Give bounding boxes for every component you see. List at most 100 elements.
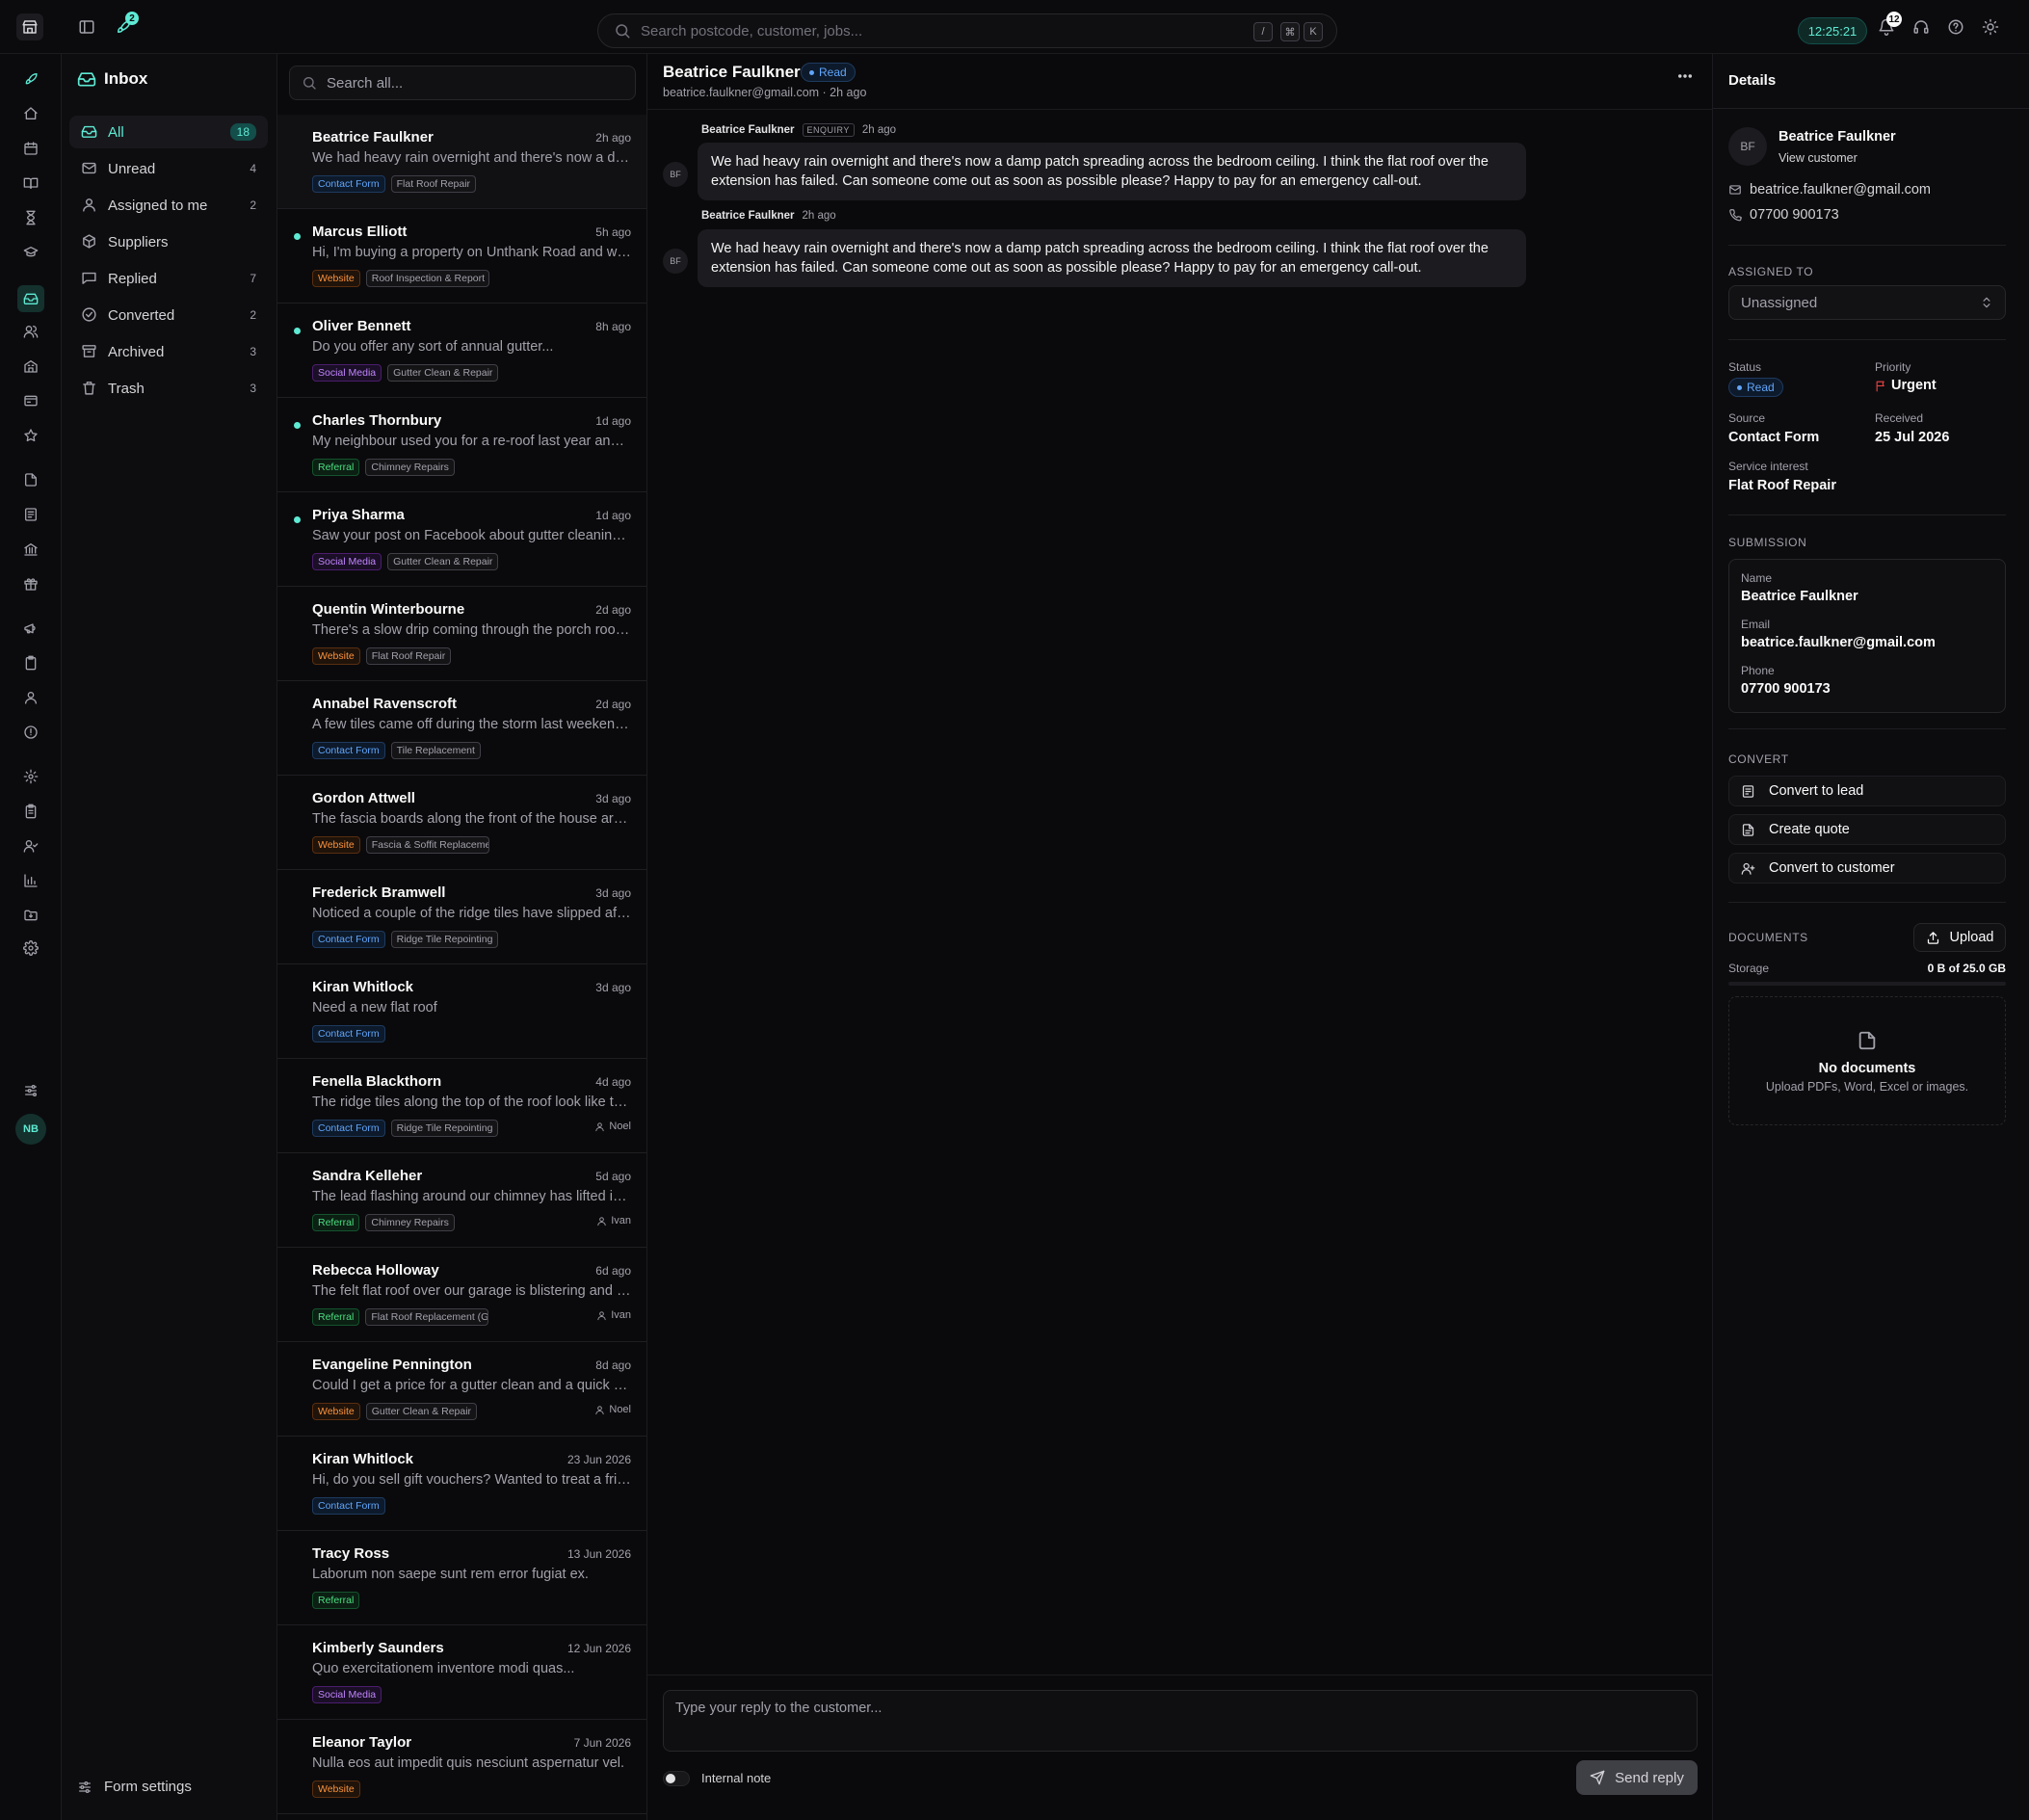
customer-email-row[interactable]: beatrice.faulkner@gmail.com (1728, 182, 1931, 198)
list-search-input[interactable] (327, 74, 616, 92)
folder-trash[interactable]: Trash 3 (69, 372, 268, 405)
no-documents-placeholder[interactable]: No documents Upload PDFs, Word, Excel or… (1728, 996, 2006, 1125)
message-list-item[interactable]: Fenella Blackthorn 4d ago The ridge tile… (277, 1059, 646, 1153)
more-options-icon[interactable] (1676, 67, 1694, 85)
folder-converted[interactable]: Converted 2 (69, 299, 268, 331)
status-badge: Read (801, 63, 856, 82)
rail-clipboard-list-icon[interactable] (19, 800, 42, 823)
convert-to-customer-button[interactable]: Convert to customer (1728, 853, 2006, 884)
settings-icon (23, 940, 39, 956)
message-sender: Beatrice Faulkner (312, 129, 434, 145)
sidebar-toggle-icon[interactable] (73, 13, 100, 40)
global-search-input[interactable] (641, 22, 1219, 40)
help-icon[interactable] (1942, 13, 1969, 40)
rail-bank-icon[interactable] (19, 538, 42, 561)
folder-archived[interactable]: Archived 3 (69, 335, 268, 368)
message-list-item[interactable]: Tracy Ross 13 Jun 2026 Laborum non saepe… (277, 1531, 646, 1625)
headset-icon[interactable] (1908, 13, 1935, 40)
rail-cog-sparkle-icon[interactable] (19, 765, 42, 788)
rail-graduation-cap-icon[interactable] (19, 241, 42, 264)
message-list-item[interactable]: Charles Thornbury 1d ago My neighbour us… (277, 398, 646, 492)
bell-icon[interactable]: 12 (1873, 12, 1902, 40)
folder-unread[interactable]: Unread 4 (69, 152, 268, 185)
user-check-icon (23, 840, 39, 853)
message-list-item[interactable]: Kiran Whitlock 3d ago Need a new flat ro… (277, 964, 646, 1059)
message-list-item[interactable]: Kiran Whitlock 23 Jun 2026 Hi, do you se… (277, 1437, 646, 1531)
rail-users-icon[interactable] (19, 320, 42, 343)
rail-book-icon[interactable] (19, 171, 42, 195)
send-reply-button[interactable]: Send reply (1576, 1760, 1698, 1795)
message-list-item[interactable]: Quentin Winterbourne 2d ago There's a sl… (277, 587, 646, 681)
customer-phone-row[interactable]: 07700 900173 (1728, 207, 1839, 223)
rail-folder-icon[interactable] (19, 904, 42, 927)
global-search[interactable]: / ⌘ K (597, 13, 1337, 48)
message-list-item[interactable]: Gordon Attwell 3d ago The fascia boards … (277, 776, 646, 870)
convert-to-lead-button[interactable]: Convert to lead (1728, 776, 2006, 806)
view-customer-link[interactable]: View customer (1779, 151, 1858, 165)
rail-bar-chart-icon[interactable] (19, 869, 42, 892)
message-list-item[interactable]: Rebecca Holloway 6d ago The felt flat ro… (277, 1248, 646, 1342)
message-list-item[interactable]: Priya Sharma 1d ago Saw your post on Fac… (277, 492, 646, 587)
rail-building-icon[interactable] (19, 355, 42, 378)
priority-value-row[interactable]: Urgent (1875, 378, 1937, 393)
rail-inbox-icon[interactable] (17, 285, 44, 312)
create-quote-button[interactable]: Create quote (1728, 814, 2006, 845)
rail-gift-icon[interactable] (19, 572, 42, 595)
user-icon (595, 1405, 604, 1414)
folder-suppliers[interactable]: Suppliers (69, 225, 268, 258)
folder-replied[interactable]: Replied 7 (69, 262, 268, 295)
home-store-icon[interactable] (16, 13, 43, 40)
message-preview: Hi, I'm buying a property on Unthank Roa… (312, 245, 632, 260)
message-sender: Charles Thornbury (312, 412, 442, 429)
upload-button[interactable]: Upload (1913, 923, 2006, 952)
message-list-item[interactable]: Beatrice Faulkner 2h ago We had heavy ra… (277, 115, 646, 209)
source-tag: Website (312, 1780, 360, 1798)
rail-clipboard-icon[interactable] (19, 651, 42, 674)
assigned-to-select[interactable]: Unassigned (1728, 285, 2006, 320)
service-tag: Gutter Clean & Repair (365, 1403, 478, 1420)
rail-id-card-icon[interactable] (19, 389, 42, 412)
status-label: Status (1728, 360, 1762, 374)
conversation-pane: Beatrice Faulkner Read beatrice.faulkner… (647, 54, 1713, 1820)
message-list-item[interactable]: Evangeline Pennington 8d ago Could I get… (277, 1342, 646, 1437)
convert-to-lead-label: Convert to lead (1769, 783, 1864, 799)
conversation-header: Beatrice Faulkner Read beatrice.faulkner… (647, 54, 1713, 110)
sliders-icon[interactable] (19, 1079, 42, 1102)
form-settings-button[interactable]: Form settings (77, 1779, 192, 1795)
rail-file-icon[interactable] (19, 468, 42, 491)
internal-note-label: Internal note (701, 1771, 772, 1785)
message-list-item[interactable]: Eleanor Taylor 7 Jun 2026 Nulla eos aut … (277, 1720, 646, 1814)
message-preview: A few tiles came off during the storm la… (312, 717, 632, 732)
sender-avatar: BF (663, 249, 688, 274)
rail-document-icon[interactable] (19, 503, 42, 526)
rocket-icon[interactable]: 2 (110, 12, 139, 40)
storage-label: Storage (1728, 962, 1770, 975)
message-list-item[interactable]: Annabel Ravenscroft 2d ago A few tiles c… (277, 681, 646, 776)
message-list-item[interactable]: Oliver Bennett 8h ago Do you offer any s… (277, 303, 646, 398)
message-list-item[interactable]: Sandra Kelleher 5d ago The lead flashing… (277, 1153, 646, 1248)
sun-icon[interactable] (1977, 13, 2004, 40)
rail-settings-icon[interactable] (19, 936, 42, 960)
rail-calendar-icon[interactable] (19, 137, 42, 160)
rail-megaphone-icon[interactable] (19, 617, 42, 640)
message-list-item[interactable]: Kimberly Saunders 12 Jun 2026 Quo exerci… (277, 1625, 646, 1720)
user-avatar[interactable]: NB (15, 1114, 46, 1145)
folder-all[interactable]: All 18 (69, 116, 268, 148)
rail-team-icon[interactable] (19, 686, 42, 709)
rail-star-icon[interactable] (19, 424, 42, 447)
rail-hourglass-icon[interactable] (19, 206, 42, 229)
status-pill[interactable]: Read (1728, 378, 1783, 397)
internal-note-toggle[interactable] (663, 1771, 690, 1786)
list-search[interactable] (289, 66, 636, 100)
rail-user-check-icon[interactable] (19, 834, 42, 857)
source-tag: Contact Form (312, 1025, 385, 1042)
rail-home-icon[interactable] (19, 102, 42, 125)
folder-label: Unread (108, 160, 156, 177)
message-list-item[interactable]: Marcus Elliott 5h ago Hi, I'm buying a p… (277, 209, 646, 303)
folder-assigned-to-me[interactable]: Assigned to me 2 (69, 189, 268, 222)
rail-rocket-icon[interactable] (19, 67, 42, 91)
reply-input[interactable] (663, 1690, 1698, 1752)
rail-alert-circle-icon[interactable] (19, 721, 42, 744)
message-sender: Annabel Ravenscroft (312, 696, 458, 712)
message-list-item[interactable]: Frederick Bramwell 3d ago Noticed a coup… (277, 870, 646, 964)
